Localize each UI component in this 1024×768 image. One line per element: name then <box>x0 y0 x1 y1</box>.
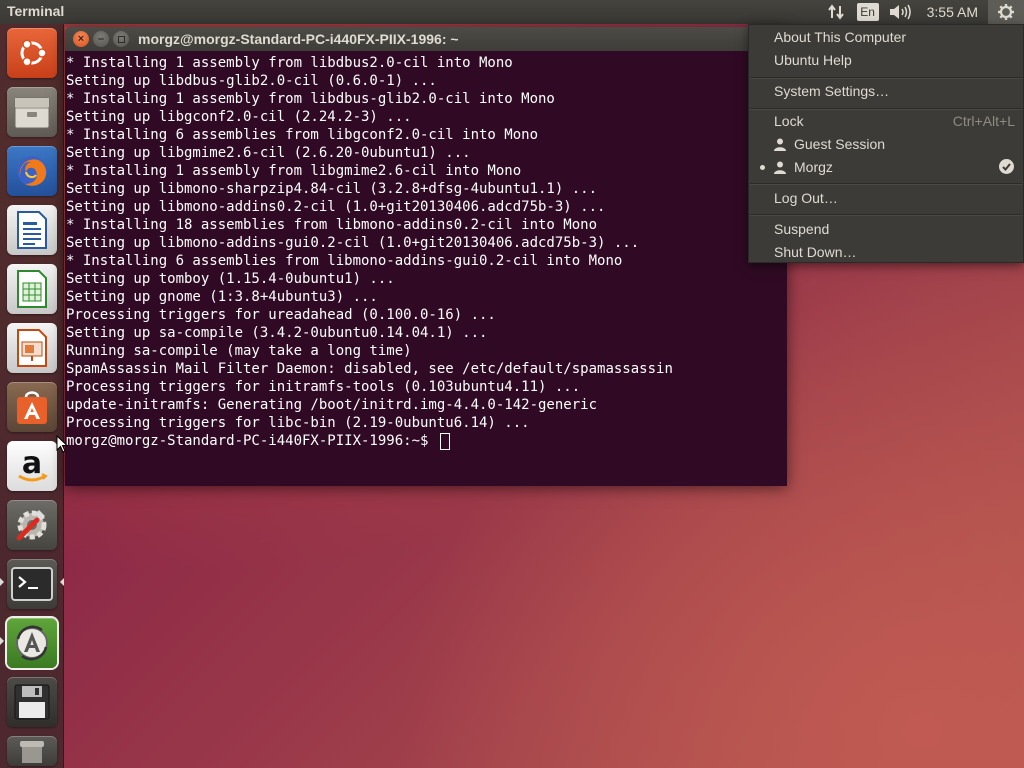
menu-item-about[interactable]: About This Computer <box>774 27 906 47</box>
menu-item-logout[interactable]: Log Out… <box>774 188 838 208</box>
running-app-indicator <box>0 637 4 645</box>
terminal-window[interactable]: × – morgz@morgz-Standard-PC-i440FX-PIIX-… <box>65 27 787 486</box>
terminal-line: Setting up tomboy (1.15.4-0ubuntu1) ... <box>66 271 395 287</box>
shell-prompt: morgz@morgz-Standard-PC-i440FX-PIIX-1996… <box>66 433 437 449</box>
terminal-icon[interactable] <box>7 559 57 609</box>
menu-separator <box>750 183 1022 184</box>
close-icon: × <box>77 32 85 45</box>
text-cursor <box>439 432 450 450</box>
terminal-line: * Installing 1 assembly from libdbus2.0-… <box>66 55 513 71</box>
terminal-line: Setting up libgmime2.6-cil (2.6.20-0ubun… <box>66 145 471 161</box>
active-window-indicator <box>60 578 64 586</box>
terminal-line: * Installing 18 assemblies from libmono-… <box>66 217 598 233</box>
terminal-line: Setting up libdbus-glib2.0-cil (0.6.0-1)… <box>66 73 437 89</box>
user-icon <box>774 161 786 174</box>
save-disk-icon[interactable] <box>7 677 57 727</box>
terminal-line: * Installing 1 assembly from libgmime2.6… <box>66 163 522 179</box>
terminal-line: * Installing 6 assemblies from libmono-a… <box>66 253 623 269</box>
minimize-icon: – <box>97 32 105 45</box>
guest-session-label: Guest Session <box>794 136 886 152</box>
lock-shortcut: Ctrl+Alt+L <box>952 113 1015 129</box>
user-label: Morgz <box>794 159 833 175</box>
terminal-line: * Installing 1 assembly from libdbus-gli… <box>66 91 555 107</box>
session-menu: About This Computer Ubuntu Help System S… <box>748 24 1024 263</box>
ubuntu-dash-icon[interactable] <box>7 28 57 78</box>
close-button[interactable]: × <box>73 31 89 47</box>
menu-item-lock-label: Lock <box>774 113 804 129</box>
user-icon <box>774 138 786 151</box>
top-panel: Terminal En 3:55 AM <box>0 0 1024 24</box>
menu-separator <box>750 77 1022 78</box>
terminal-line: Setting up gnome (1:3.8+4ubuntu3) ... <box>66 289 378 305</box>
current-user-indicator <box>760 165 765 170</box>
terminal-line: Running sa-compile (may take a long time… <box>66 343 412 359</box>
panel-app-title: Terminal <box>7 3 65 19</box>
terminal-line: update-initramfs: Generating /boot/initr… <box>66 397 598 413</box>
menu-item-shutdown[interactable]: Shut Down… <box>774 242 856 262</box>
terminal-prompt-line[interactable]: morgz@morgz-Standard-PC-i440FX-PIIX-1996… <box>66 432 787 450</box>
menu-item-guest-session[interactable]: Guest Session <box>774 134 885 154</box>
terminal-line: Setting up sa-compile (3.4.2-0ubuntu0.14… <box>66 325 488 341</box>
menu-separator <box>750 214 1022 215</box>
menu-separator <box>750 108 1022 109</box>
volume-icon[interactable] <box>885 0 915 24</box>
keyboard-layout-indicator[interactable]: En <box>856 3 879 21</box>
panel-indicators: En 3:55 AM <box>821 0 1024 24</box>
launcher: a <box>0 24 64 768</box>
libreoffice-writer-icon[interactable] <box>7 205 57 255</box>
firefox-icon[interactable] <box>7 146 57 196</box>
trash-icon[interactable] <box>7 736 57 766</box>
software-center-icon[interactable] <box>7 382 57 432</box>
running-app-indicator <box>0 578 4 586</box>
check-icon <box>999 159 1014 174</box>
window-title: morgz@morgz-Standard-PC-i440FX-PIIX-1996… <box>138 31 459 47</box>
maximize-button[interactable] <box>113 31 129 47</box>
menu-item-suspend[interactable]: Suspend <box>774 219 829 239</box>
amazon-icon[interactable]: a <box>7 441 57 491</box>
terminal-line: * Installing 6 assemblies from libgconf2… <box>66 127 539 143</box>
terminal-line: Setting up libmono-addins0.2-cil (1.0+gi… <box>66 199 606 215</box>
svg-text:a: a <box>22 446 42 481</box>
menu-item-system-settings[interactable]: System Settings… <box>774 81 889 101</box>
software-updater-icon[interactable] <box>7 618 57 668</box>
menu-item-help[interactable]: Ubuntu Help <box>774 50 852 70</box>
network-icon[interactable] <box>821 0 851 24</box>
window-titlebar[interactable]: × – morgz@morgz-Standard-PC-i440FX-PIIX-… <box>65 27 787 51</box>
terminal-output[interactable]: * Installing 1 assembly from libdbus2.0-… <box>65 51 787 486</box>
maximize-icon <box>117 35 125 43</box>
terminal-line: Processing triggers for libc-bin (2.19-0… <box>66 415 530 431</box>
gear-icon[interactable] <box>988 0 1024 24</box>
clock[interactable]: 3:55 AM <box>927 4 978 20</box>
terminal-line: SpamAssassin Mail Filter Daemon: disable… <box>66 361 673 377</box>
libreoffice-calc-icon[interactable] <box>7 264 57 314</box>
files-icon[interactable] <box>7 87 57 137</box>
terminal-line: Processing triggers for ureadahead (0.10… <box>66 307 496 323</box>
terminal-line: Setting up libgconf2.0-cil (2.24.2-3) ..… <box>66 109 412 125</box>
mouse-pointer-icon <box>56 435 68 453</box>
terminal-line: Setting up libmono-addins-gui0.2-cil (1.… <box>66 235 640 251</box>
libreoffice-impress-icon[interactable] <box>7 323 57 373</box>
menu-item-user-morgz[interactable]: Morgz <box>774 157 833 177</box>
minimize-button[interactable]: – <box>93 31 109 47</box>
terminal-line: Processing triggers for initramfs-tools … <box>66 379 581 395</box>
terminal-line: Setting up libmono-sharpzip4.84-cil (3.2… <box>66 181 598 197</box>
system-settings-icon[interactable] <box>7 500 57 550</box>
